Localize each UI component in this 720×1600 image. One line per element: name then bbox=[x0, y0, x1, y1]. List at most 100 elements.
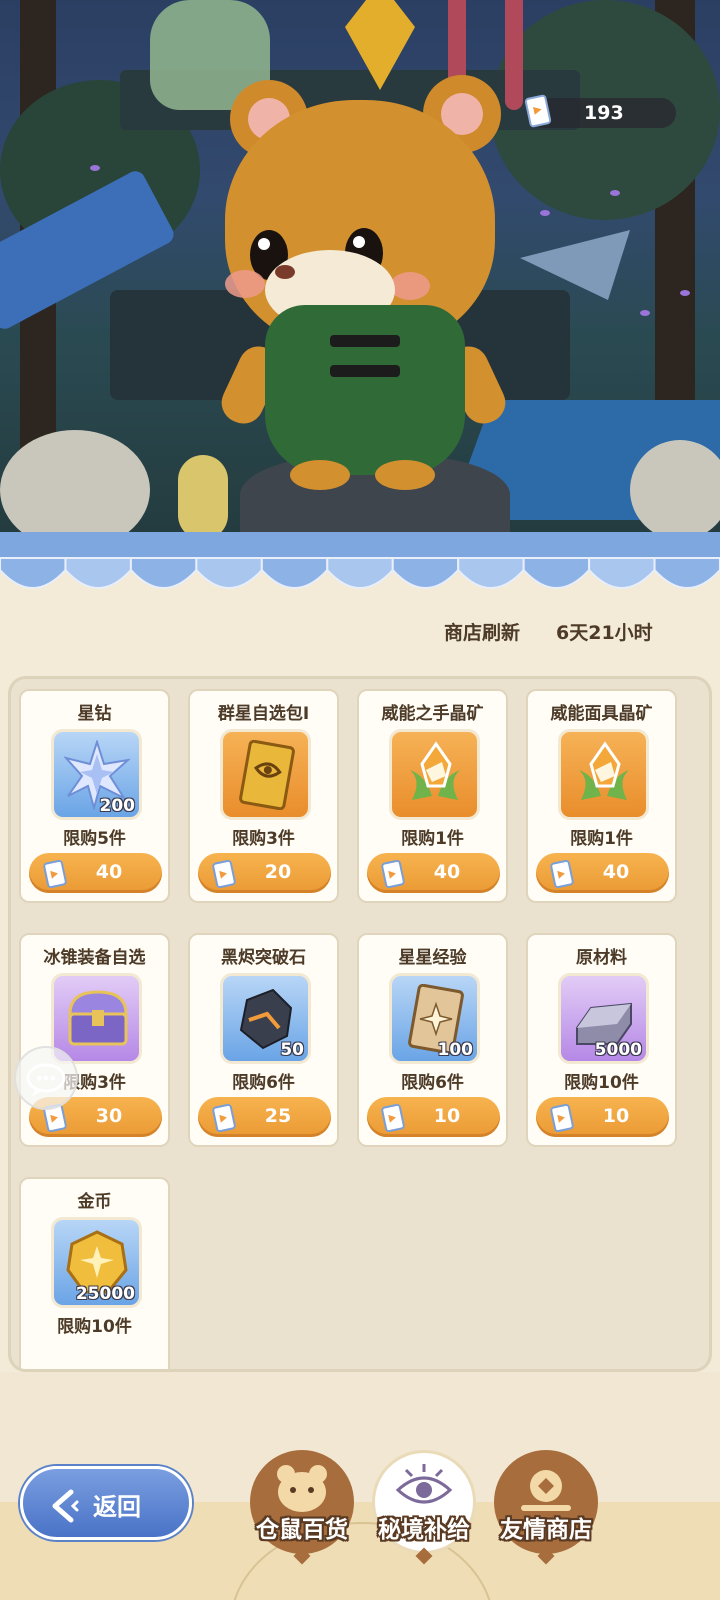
item-icon-box: 50 bbox=[220, 973, 311, 1064]
item-quantity: 5000 bbox=[594, 1040, 642, 1060]
shop-item-grid[interactable]: 星钻 200 限购5件 40 群星自选包Ⅰ 限购3件 20 威能之手晶矿 限购1件 40 威能面具晶… bbox=[8, 676, 712, 1372]
item-name: 星星经验 bbox=[398, 948, 467, 968]
flower bbox=[610, 190, 620, 196]
tab-friendship-shop[interactable]: 友情商店 bbox=[494, 1450, 598, 1565]
item-icon-box: 100 bbox=[389, 973, 480, 1064]
item-icon-box bbox=[220, 729, 311, 820]
buy-button[interactable]: 10 bbox=[367, 1097, 500, 1137]
buy-button[interactable]: 25 bbox=[198, 1097, 331, 1137]
hamster-shopkeeper bbox=[215, 75, 515, 505]
currency-display: 193 bbox=[524, 94, 676, 128]
ticket-icon bbox=[381, 1103, 407, 1137]
buy-button[interactable]: 40 bbox=[536, 853, 669, 893]
rock bbox=[630, 440, 720, 540]
awning-scallop bbox=[457, 557, 525, 589]
price-label: 10 bbox=[433, 1105, 461, 1127]
shop-item-card[interactable]: 群星自选包Ⅰ 限购3件 20 bbox=[188, 689, 339, 903]
price-label: 40 bbox=[95, 861, 123, 883]
price-label: 30 bbox=[95, 1105, 123, 1127]
awning-scallop bbox=[0, 557, 67, 589]
flower bbox=[680, 290, 690, 296]
item-icon-box bbox=[558, 729, 649, 820]
shop-item-card[interactable]: 星星经验 100 限购6件 10 bbox=[357, 933, 508, 1147]
awning-scallop bbox=[260, 557, 329, 589]
refresh-label: 商店刷新 bbox=[444, 622, 521, 644]
item-icon-box: 5000 bbox=[558, 973, 649, 1064]
item-quantity: 50 bbox=[280, 1040, 304, 1060]
awning-scallop bbox=[588, 557, 656, 589]
purchase-limit: 限购6件 bbox=[401, 1073, 464, 1093]
purchase-limit: 限购10件 bbox=[57, 1317, 132, 1337]
shop-item-card[interactable]: 星钻 200 限购5件 40 bbox=[19, 689, 170, 903]
buy-button[interactable]: 40 bbox=[367, 853, 500, 893]
hamster-foot bbox=[375, 460, 435, 490]
hamster-nose bbox=[275, 265, 295, 279]
buy-button[interactable]: 20 bbox=[198, 853, 331, 893]
shop-scene bbox=[0, 0, 720, 560]
shop-item-card[interactable]: 冰锥装备自选 限购3件 30 bbox=[19, 933, 170, 1147]
item-name: 原材料 bbox=[576, 948, 627, 968]
item-quantity: 100 bbox=[437, 1040, 474, 1060]
flower bbox=[90, 165, 100, 171]
ticket-icon bbox=[381, 859, 407, 893]
ticket-icon bbox=[550, 859, 576, 893]
item-name: 威能之手晶矿 bbox=[381, 704, 484, 724]
hamster-cheek bbox=[225, 270, 265, 298]
awning-scallop bbox=[129, 557, 198, 589]
ticket-icon bbox=[43, 859, 69, 893]
item-name: 群星自选包Ⅰ bbox=[217, 704, 310, 724]
currency-value: 193 bbox=[584, 102, 624, 124]
purchase-limit: 限购3件 bbox=[232, 829, 295, 849]
shop-awning bbox=[0, 532, 720, 589]
shop-item-card[interactable]: 威能面具晶矿 限购1件 40 bbox=[526, 689, 677, 903]
awning-scallop bbox=[195, 557, 263, 589]
buy-button[interactable]: 40 bbox=[29, 853, 162, 893]
purchase-limit: 限购1件 bbox=[570, 829, 633, 849]
item-name: 威能面具晶矿 bbox=[550, 704, 653, 724]
purchase-limit: 限购6件 bbox=[232, 1073, 295, 1093]
item-icon-box: 200 bbox=[51, 729, 142, 820]
tab-hamster-store[interactable]: 仓鼠百货 bbox=[250, 1450, 354, 1565]
ticket-icon bbox=[550, 1103, 576, 1137]
shop-item-card[interactable]: 黑烬突破石 50 限购6件 25 bbox=[188, 933, 339, 1147]
flower bbox=[640, 310, 650, 316]
refresh-time: 6天21小时 bbox=[556, 622, 653, 644]
ticket-icon bbox=[212, 859, 238, 893]
price-label: 25 bbox=[264, 1105, 292, 1127]
hamster-cheek bbox=[390, 272, 430, 300]
price-label: 40 bbox=[433, 861, 461, 883]
item-icon-box bbox=[389, 729, 480, 820]
price-label: 20 bbox=[264, 861, 292, 883]
item-name: 金币 bbox=[77, 1192, 112, 1212]
item-name: 黑烬突破石 bbox=[221, 948, 306, 968]
back-label: 返回 bbox=[93, 1493, 141, 1521]
ticket-icon bbox=[212, 1103, 238, 1137]
chat-icon bbox=[26, 1063, 66, 1096]
item-name: 星钻 bbox=[77, 704, 112, 724]
awning-scallop bbox=[64, 557, 132, 589]
shop-item-card[interactable]: 金币 25000 限购10件 bbox=[19, 1177, 170, 1369]
item-name: 冰锥装备自选 bbox=[43, 948, 146, 968]
refresh-timer: 商店刷新 6天21小时 bbox=[0, 614, 720, 646]
hamster-foot bbox=[290, 460, 350, 490]
chat-button[interactable] bbox=[14, 1046, 78, 1110]
back-button[interactable]: 返回 bbox=[20, 1466, 192, 1540]
purchase-limit: 限购5件 bbox=[63, 829, 126, 849]
vest-strap bbox=[330, 365, 400, 377]
item-icon-box: 25000 bbox=[51, 1217, 142, 1308]
purchase-limit: 限购1件 bbox=[401, 829, 464, 849]
ticket-icon bbox=[524, 94, 554, 134]
vest-strap bbox=[330, 335, 400, 347]
item-quantity: 25000 bbox=[75, 1284, 135, 1304]
tab-realm-supply[interactable]: 秘境补给 bbox=[372, 1450, 476, 1565]
price-label: 40 bbox=[602, 861, 630, 883]
tab-label: 友情商店 bbox=[500, 1517, 592, 1543]
shop-item-card[interactable]: 原材料 5000 限购10件 10 bbox=[526, 933, 677, 1147]
awning-scallop bbox=[391, 557, 460, 589]
item-quantity: 200 bbox=[99, 796, 136, 816]
buy-button[interactable]: 10 bbox=[536, 1097, 669, 1137]
purchase-limit: 限购10件 bbox=[564, 1073, 639, 1093]
hamster-vest bbox=[265, 305, 465, 475]
shop-item-card[interactable]: 威能之手晶矿 限购1件 40 bbox=[357, 689, 508, 903]
flower bbox=[540, 210, 550, 216]
